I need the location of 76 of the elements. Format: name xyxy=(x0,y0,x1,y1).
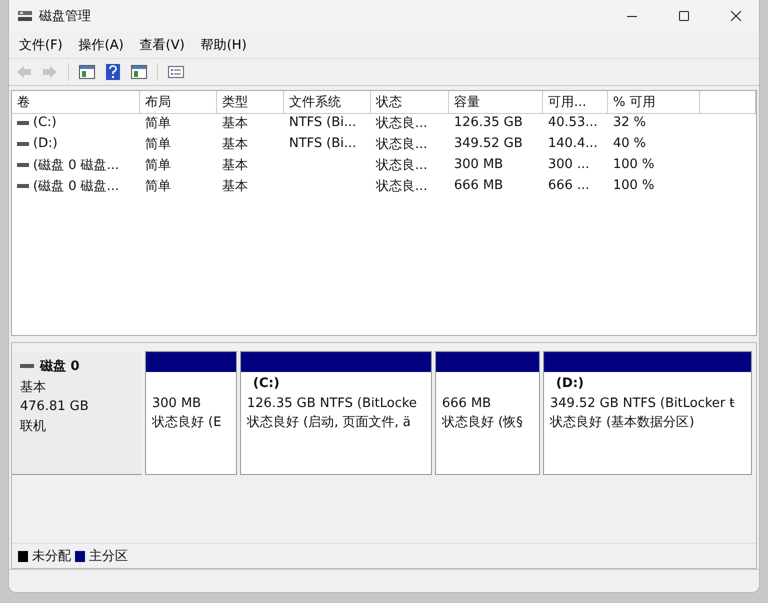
table-cell: 666 MB xyxy=(454,178,504,193)
partition-block[interactable]: (C:) 126.35 GB NTFS (BitLocke 状态良好 (启动, 页面文件, ä xyxy=(240,351,432,475)
table-cell-text: 状态良... xyxy=(376,178,428,194)
table-cell: 349.52 GB xyxy=(454,136,523,151)
table-cell: 666 ... xyxy=(548,178,590,193)
drive-icon xyxy=(17,140,29,146)
partition-size: 300 MB xyxy=(152,396,202,411)
properties-icon xyxy=(168,66,184,78)
window-title: 磁盘管理 xyxy=(39,8,92,25)
disk-name: 磁盘 0 xyxy=(40,358,80,375)
menu-item[interactable]: 操作(A) xyxy=(72,34,130,56)
table-cell: (C:) xyxy=(33,115,57,130)
table-cell-text: 简单 xyxy=(145,114,171,132)
column-header[interactable]: 布局 xyxy=(140,91,217,114)
table-cell: 126.35 GB xyxy=(454,115,523,130)
partition-status: 状态良好 (E xyxy=(152,414,222,431)
table-cell-text: (磁盘 0 磁盘... xyxy=(33,178,120,194)
partition-status: 状态良好 (基本数据分区) xyxy=(550,414,696,431)
table-cell-text: 状态良... xyxy=(376,136,428,152)
table-cell-text: 基本 xyxy=(222,178,248,194)
partition-status: 状态良好 (启动, 页面文件, ä xyxy=(247,414,412,431)
table-cell-text: 基本 xyxy=(222,114,248,132)
table-cell: NTFS (Bi... xyxy=(289,136,356,151)
table-cell-text: 状态良... xyxy=(376,156,428,174)
menu-item[interactable]: 文件(F) xyxy=(13,34,69,56)
table-cell: 300 MB xyxy=(454,157,504,172)
table-cell-text: 状态良... xyxy=(376,114,428,132)
partition-size: 666 MB xyxy=(442,396,492,411)
legend-label: 主分区 xyxy=(89,548,128,565)
panel-icon xyxy=(79,65,95,79)
table-cell-text: 基本 xyxy=(222,156,248,174)
back-arrow-icon xyxy=(16,65,32,79)
table-cell: 100 % xyxy=(613,157,654,172)
column-header[interactable]: 文件系统 xyxy=(284,91,371,114)
table-cell-text: 简单 xyxy=(145,136,171,152)
table-cell: 40 % xyxy=(613,136,646,151)
disk-type: 基本 xyxy=(20,379,47,396)
partition-label: (D:) xyxy=(555,376,585,393)
maximize-icon xyxy=(679,11,689,21)
drive-icon xyxy=(17,120,29,126)
column-header[interactable]: 状态 xyxy=(371,91,449,114)
disk-size: 476.81 GB xyxy=(20,399,90,414)
table-cell: 32 % xyxy=(613,115,646,130)
table-cell: 100 % xyxy=(613,178,654,193)
partition-block[interactable]: (D:) 349.52 GB NTFS (BitLocker ŧ 状态良好 (基本数据分区) xyxy=(543,351,752,475)
column-header[interactable]: 可用... xyxy=(543,91,608,114)
disk-status: 联机 xyxy=(20,418,47,435)
partition-block[interactable]: 300 MB 状态良好 (E xyxy=(145,351,237,475)
column-header[interactable]: 容量 xyxy=(449,91,543,114)
column-header[interactable]: 卷 xyxy=(12,91,140,114)
drive-icon xyxy=(17,182,29,188)
drive-icon xyxy=(17,162,29,168)
partition-label: (C:) xyxy=(252,376,281,393)
partition-block[interactable]: 666 MB 状态良好 (恢§ xyxy=(435,351,540,475)
table-cell: 300 ... xyxy=(548,157,590,172)
table-cell-text: (磁盘 0 磁盘... xyxy=(33,156,120,174)
table-cell-text: 简单 xyxy=(145,156,171,174)
help-icon xyxy=(106,64,120,80)
table-cell-text: 简单 xyxy=(145,178,171,194)
partition-size: 126.35 GB NTFS (BitLocke xyxy=(247,396,418,411)
table-cell: 40.53... xyxy=(548,115,598,130)
column-header[interactable]: % 可用 xyxy=(608,91,700,114)
menu-item[interactable]: 查看(V) xyxy=(134,34,191,56)
table-cell: (D:) xyxy=(33,136,58,151)
table-cell: 140.4... xyxy=(548,136,598,151)
disk-management-icon xyxy=(17,9,33,23)
column-header[interactable]: 类型 xyxy=(217,91,284,114)
close-icon xyxy=(731,11,741,21)
table-cell: NTFS (Bi... xyxy=(289,115,356,130)
forward-arrow-icon xyxy=(42,65,58,79)
partition-status: 状态良好 (恢§ xyxy=(442,414,524,431)
menu-item[interactable]: 帮助(H) xyxy=(194,34,253,56)
partition-size: 349.52 GB NTFS (BitLocker ŧ xyxy=(550,396,736,411)
table-cell-text: 基本 xyxy=(222,136,248,152)
legend-label: 未分配 xyxy=(32,548,71,565)
panel-icon xyxy=(131,65,147,79)
